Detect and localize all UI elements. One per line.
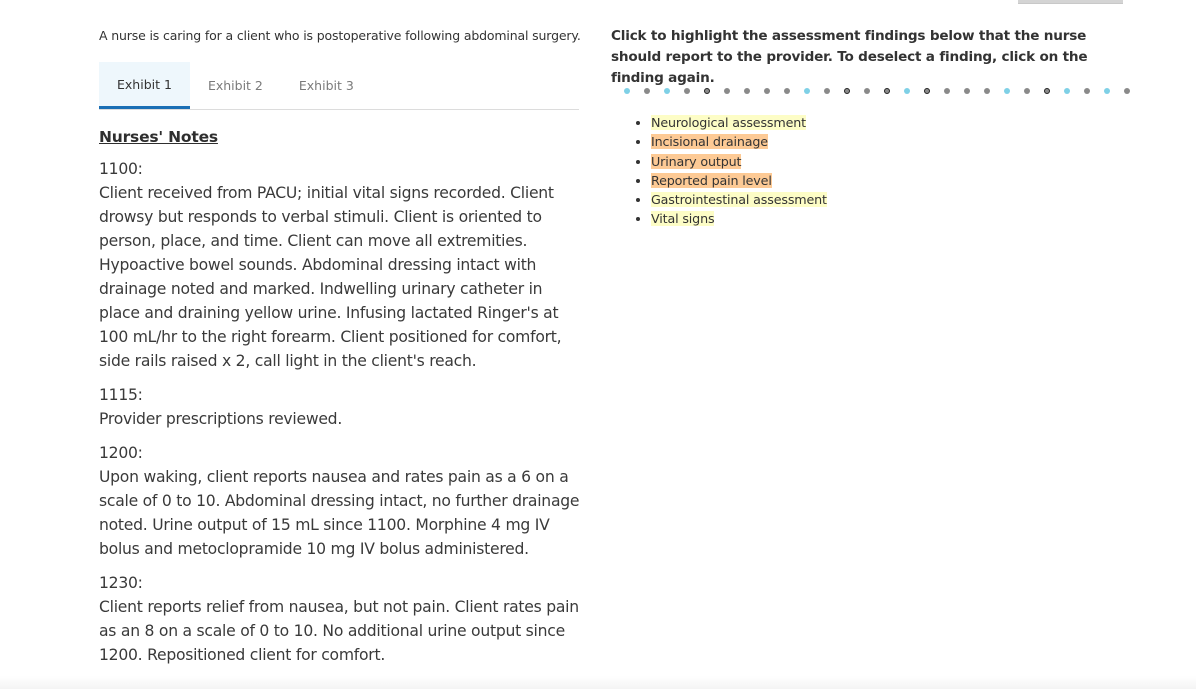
instructions: Click to highlight the assessment findin… [611,28,1088,86]
notes-title: Nurses' Notes [99,128,218,146]
note-time: 1200: [99,444,143,462]
dot-icon [644,88,650,94]
finding-item[interactable]: Neurological assessment [651,113,827,132]
dot-icon [804,88,810,94]
progress-dot[interactable] [977,86,997,96]
progress-dots [617,86,1137,96]
note-entry: 1100: Client received from PACU; initial… [99,157,581,373]
note-text: Upon waking, client reports nausea and r… [99,468,580,558]
progress-dot[interactable] [777,86,797,96]
dot-icon [784,88,790,94]
progress-dot[interactable] [1057,86,1077,96]
dot-icon [1104,88,1110,94]
dot-icon [884,88,890,94]
dot-icon [824,88,830,94]
dot-icon [724,88,730,94]
dot-icon [624,88,630,94]
exhibit-tabs: Exhibit 1 Exhibit 2 Exhibit 3 [99,62,579,110]
findings-list: Neurological assessment Incisional drain… [633,113,827,229]
note-time: 1115: [99,386,143,404]
finding-label[interactable]: Vital signs [651,211,715,227]
progress-dot[interactable] [837,86,857,96]
dot-icon [964,88,970,94]
finding-label[interactable]: Neurological assessment [651,115,806,130]
progress-dot[interactable] [1077,86,1097,96]
progress-dot[interactable] [1097,86,1117,96]
note-text: Provider prescriptions reviewed. [99,410,343,428]
progress-dot[interactable] [737,86,757,96]
note-text: Client reports relief from nausea, but n… [99,598,579,664]
top-toolbar-fragment [1018,0,1123,4]
progress-dot[interactable] [637,86,657,96]
finding-item[interactable]: Incisional drainage [651,132,827,151]
progress-dot[interactable] [897,86,917,96]
progress-dot[interactable] [957,86,977,96]
dot-icon [844,88,850,94]
finding-label[interactable]: Urinary output [651,153,742,169]
dot-icon [684,88,690,94]
finding-item[interactable]: Reported pain level [651,171,827,190]
dot-icon [984,88,990,94]
nurses-notes: Nurses' Notes 1100: Client received from… [99,128,581,677]
progress-dot[interactable] [697,86,717,96]
dot-icon [944,88,950,94]
bottom-bar-edge [0,676,1196,689]
dot-icon [1044,88,1050,94]
dot-icon [664,88,670,94]
dot-icon [1084,88,1090,94]
note-entry: 1200: Upon waking, client reports nausea… [99,441,581,561]
dot-icon [1124,88,1130,94]
dot-icon [1004,88,1010,94]
dot-icon [1064,88,1070,94]
tab-exhibit-1[interactable]: Exhibit 1 [99,62,190,109]
dot-icon [904,88,910,94]
finding-item[interactable]: Vital signs [651,209,827,228]
progress-dot[interactable] [717,86,737,96]
note-time: 1230: [99,574,143,592]
progress-dot[interactable] [657,86,677,96]
progress-dot[interactable] [857,86,877,96]
tab-exhibit-2[interactable]: Exhibit 2 [190,62,281,109]
progress-dot[interactable] [817,86,837,96]
progress-dot[interactable] [757,86,777,96]
progress-dot[interactable] [1117,86,1137,96]
finding-label[interactable]: Incisional drainage [651,134,768,150]
dot-icon [1024,88,1030,94]
finding-item[interactable]: Gastrointestinal assessment [651,190,827,209]
progress-dot[interactable] [677,86,697,96]
progress-dot[interactable] [917,86,937,96]
dot-icon [764,88,770,94]
note-entry: 1230: Client reports relief from nausea,… [99,571,581,667]
dot-icon [704,88,710,94]
note-time: 1100: [99,160,143,178]
question-stem: A nurse is caring for a client who is po… [99,28,581,43]
finding-item[interactable]: Urinary output [651,152,827,171]
progress-dot[interactable] [617,86,637,96]
progress-dot[interactable] [1037,86,1057,96]
note-entry: 1115: Provider prescriptions reviewed. [99,383,581,431]
note-text: Client received from PACU; initial vital… [99,184,562,370]
tab-exhibit-3[interactable]: Exhibit 3 [281,62,372,109]
progress-dot[interactable] [877,86,897,96]
dot-icon [864,88,870,94]
dot-icon [924,88,930,94]
progress-dot[interactable] [997,86,1017,96]
progress-dot[interactable] [937,86,957,96]
dot-icon [744,88,750,94]
progress-dot[interactable] [797,86,817,96]
progress-dot[interactable] [1017,86,1037,96]
finding-label[interactable]: Reported pain level [651,172,772,188]
finding-label[interactable]: Gastrointestinal assessment [651,192,827,208]
